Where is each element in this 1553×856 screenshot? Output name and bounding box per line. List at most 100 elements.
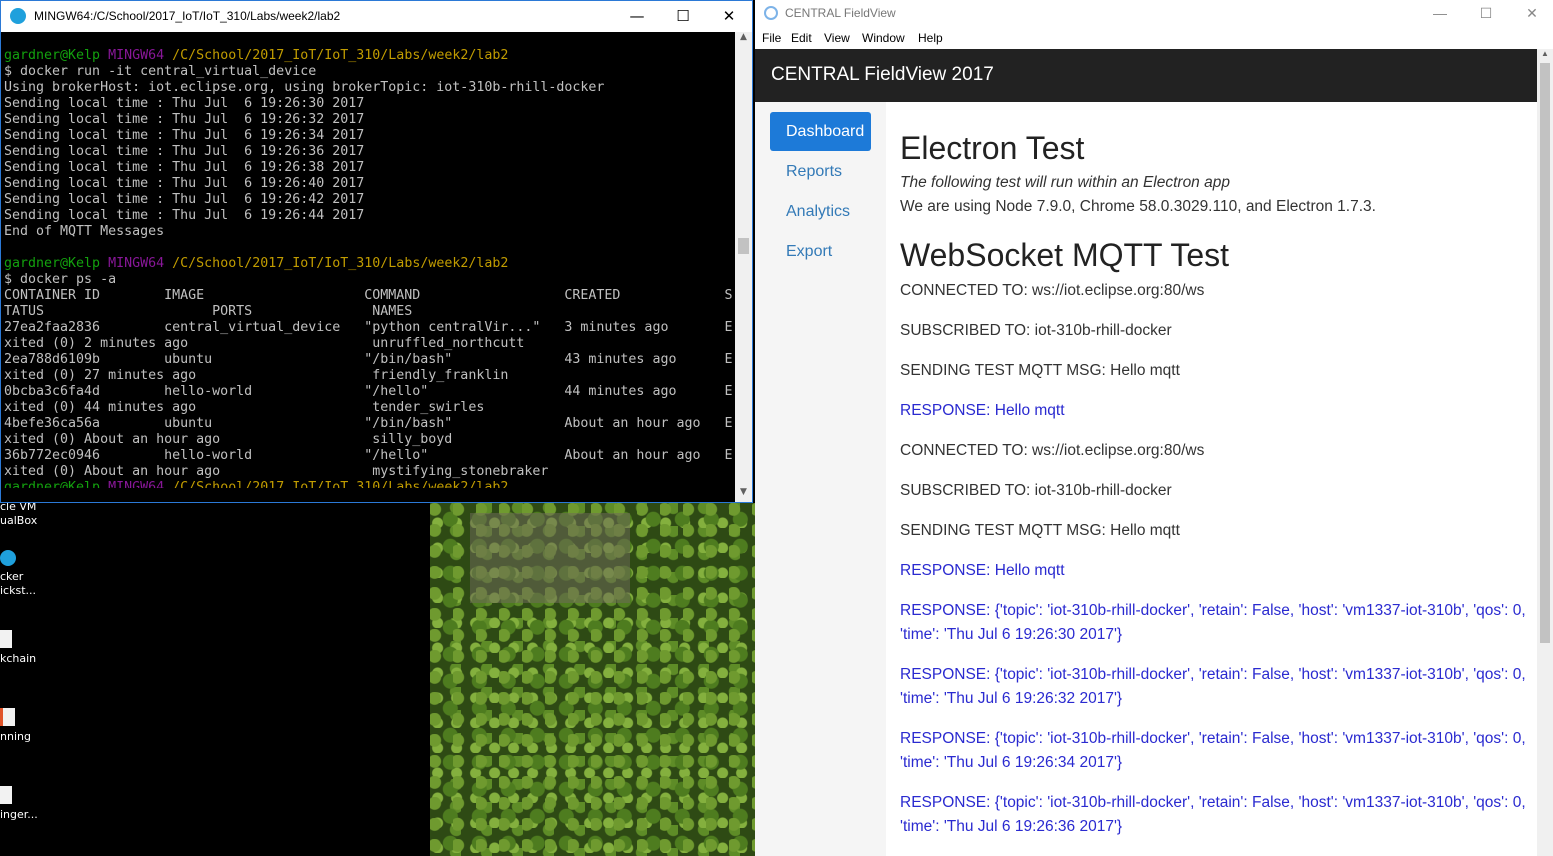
terminal-prompt-partial: gardner@Kelp MINGW64 /C/School/2017_IoT/… [4, 480, 734, 488]
prompt-user: gardner@Kelp [4, 256, 101, 271]
file-icon [0, 786, 12, 804]
maximize-button[interactable]: ☐ [1463, 0, 1509, 27]
electron-window[interactable]: CENTRAL FieldView — ☐ ✕ File Edit View W… [755, 0, 1553, 856]
terminal-line: Sending local time : Thu Jul 6 19:26:44 … [4, 208, 365, 223]
main-content: Electron Test The following test will ru… [900, 102, 1528, 856]
close-button[interactable]: ✕ [706, 1, 752, 32]
prompt-shell: MINGW64 [108, 480, 165, 488]
terminal-line: Sending local time : Thu Jul 6 19:26:40 … [4, 176, 365, 191]
mqtt-log-status: CONNECTED TO: ws://iot.eclipse.org:80/ws [900, 442, 1205, 459]
terminal-block-run: $ docker run -it central_virtual_device U… [4, 64, 734, 256]
terminal-line: Using brokerHost: iot.eclipse.org, using… [4, 80, 605, 95]
scroll-up-arrow-icon[interactable]: ▲ [735, 32, 752, 47]
terminal-output[interactable]: gardner@Kelp MINGW64 /C/School/2017_IoT/… [4, 32, 734, 502]
wallpaper-wood-detail [470, 513, 630, 603]
content-scrollbar[interactable]: ▲ [1537, 49, 1553, 856]
desktop-icon-virtualbox[interactable]: cle VM ualBox [0, 500, 44, 528]
terminal-scrollbar[interactable]: ▲ ▼ [735, 32, 752, 502]
menu-window[interactable]: Window [862, 31, 905, 45]
mingw-app-icon [10, 8, 26, 24]
menu-bar: File Edit View Window Help [755, 27, 1553, 49]
maximize-button[interactable]: ☐ [660, 1, 706, 32]
scroll-thumb[interactable] [1540, 63, 1550, 643]
app-brand[interactable]: CENTRAL FieldView 2017 [771, 64, 994, 86]
page-title: Electron Test [900, 130, 1085, 166]
terminal-line: 27ea2faa2836 central_virtual_device "pyt… [4, 320, 733, 335]
version-info: We are using Node 7.9.0, Chrome 58.0.302… [900, 198, 1376, 215]
top-navbar: CENTRAL FieldView 2017 [755, 49, 1537, 102]
desktop-icon-planning[interactable]: nning [0, 708, 44, 744]
terminal-line: Sending local time : Thu Jul 6 19:26:30 … [4, 96, 365, 111]
desktop-icon-finger[interactable]: inger... [0, 786, 44, 822]
terminal-line: xited (0) 2 minutes ago unruffled_northc… [4, 336, 525, 351]
mqtt-log-response: RESPONSE: {'topic': 'iot-310b-rhill-dock… [900, 666, 1526, 707]
prompt-path: /C/School/2017_IoT/IoT_310/Labs/week2/la… [172, 48, 509, 63]
desktop-icon-label: inger... [0, 808, 38, 821]
document-icon [0, 708, 15, 726]
page-subtitle: The following test will run within an El… [900, 174, 1230, 191]
terminal-line: Sending local time : Thu Jul 6 19:26:32 … [4, 112, 365, 127]
terminal-line: xited (0) About an hour ago mystifying_s… [4, 464, 549, 479]
terminal-line: 4befe36ca56a ubuntu "/bin/bash" About an… [4, 416, 733, 431]
mqtt-log-status: SENDING TEST MQTT MSG: Hello mqtt [900, 522, 1180, 539]
scroll-thumb[interactable] [738, 238, 749, 254]
menu-edit[interactable]: Edit [791, 31, 812, 45]
mqtt-log-status: SENDING TEST MQTT MSG: Hello mqtt [900, 362, 1180, 379]
terminal-line: Sending local time : Thu Jul 6 19:26:42 … [4, 192, 365, 207]
desktop-icon-keychain[interactable]: kchain [0, 630, 44, 666]
sidebar-item-export[interactable]: Export [770, 232, 871, 271]
desktop-icon-docker-quickstart[interactable]: cker ickst... [0, 550, 44, 598]
terminal-line: Sending local time : Thu Jul 6 19:26:34 … [4, 128, 365, 143]
terminal-prompt: gardner@Kelp MINGW64 /C/School/2017_IoT/… [4, 48, 734, 64]
terminal-line: $ docker run -it central_virtual_device [4, 64, 317, 79]
mqtt-log-status: SUBSCRIBED TO: iot-310b-rhill-docker [900, 482, 1172, 499]
prompt-shell: MINGW64 [108, 48, 165, 63]
file-icon [0, 630, 12, 648]
terminal-line: 2ea788d6109b ubuntu "/bin/bash" 43 minut… [4, 352, 733, 367]
terminal-prompt: gardner@Kelp MINGW64 /C/School/2017_IoT/… [4, 256, 734, 272]
terminal-line: xited (0) 44 minutes ago tender_swirles [4, 400, 485, 415]
desktop-icon-label: nning [0, 730, 31, 743]
terminal-title: MINGW64:/C/School/2017_IoT/IoT_310/Labs/… [34, 9, 341, 23]
close-button[interactable]: ✕ [1509, 0, 1553, 27]
terminal-line: xited (0) 27 minutes ago friendly_frankl… [4, 368, 509, 383]
minimize-button[interactable]: — [1417, 0, 1463, 27]
terminal-line: 0bcba3c6fa4d hello-world "/hello" 44 min… [4, 384, 733, 399]
scroll-up-arrow-icon[interactable]: ▲ [1537, 49, 1553, 63]
sidebar-item-reports[interactable]: Reports [770, 152, 871, 191]
docker-icon [0, 550, 16, 566]
terminal-line: 36b772ec0946 hello-world "/hello" About … [4, 448, 733, 463]
terminal-line: Sending local time : Thu Jul 6 19:26:36 … [4, 144, 365, 159]
sidebar-item-analytics[interactable]: Analytics [770, 192, 871, 231]
terminal-line: xited (0) About an hour ago silly_boyd [4, 432, 453, 447]
terminal-line: Sending local time : Thu Jul 6 19:26:38 … [4, 160, 365, 175]
terminal-block-ps: $ docker ps -a CONTAINER ID IMAGE COMMAND… [4, 272, 734, 480]
desktop-icon-label: kchain [0, 652, 37, 665]
mqtt-log-status: SUBSCRIBED TO: iot-310b-rhill-docker [900, 322, 1172, 339]
minimize-button[interactable]: — [614, 1, 660, 32]
desktop-icon-label: cker ickst... [0, 570, 37, 597]
section-title-mqtt: WebSocket MQTT Test [900, 237, 1229, 273]
prompt-user: gardner@Kelp [4, 480, 101, 488]
sidebar: Dashboard Reports Analytics Export [755, 102, 886, 856]
prompt-shell: MINGW64 [108, 256, 165, 271]
terminal-line: TATUS PORTS NAMES [4, 304, 413, 319]
mqtt-log-status: CONNECTED TO: ws://iot.eclipse.org:80/ws [900, 282, 1205, 299]
sidebar-item-dashboard[interactable]: Dashboard [770, 112, 871, 151]
mqtt-log-response: RESPONSE: {'topic': 'iot-310b-rhill-dock… [900, 602, 1526, 643]
menu-help[interactable]: Help [918, 31, 943, 45]
terminal-titlebar[interactable]: MINGW64:/C/School/2017_IoT/IoT_310/Labs/… [1, 1, 752, 32]
terminal-window[interactable]: MINGW64:/C/School/2017_IoT/IoT_310/Labs/… [0, 0, 753, 503]
menu-file[interactable]: File [762, 31, 781, 45]
menu-view[interactable]: View [824, 31, 850, 45]
prompt-path: /C/School/2017_IoT/IoT_310/Labs/week2/la… [172, 480, 509, 488]
scroll-down-arrow-icon[interactable]: ▼ [735, 487, 752, 502]
prompt-user: gardner@Kelp [4, 48, 101, 63]
desktop-icon-label: cle VM ualBox [0, 500, 38, 527]
mqtt-log-response: RESPONSE: Hello mqtt [900, 402, 1065, 419]
electron-titlebar[interactable]: CENTRAL FieldView — ☐ ✕ [755, 0, 1553, 27]
wallpaper-ivy-image [430, 503, 755, 856]
window-title: CENTRAL FieldView [785, 6, 896, 20]
mqtt-log-response: RESPONSE: {'topic': 'iot-310b-rhill-dock… [900, 794, 1526, 835]
